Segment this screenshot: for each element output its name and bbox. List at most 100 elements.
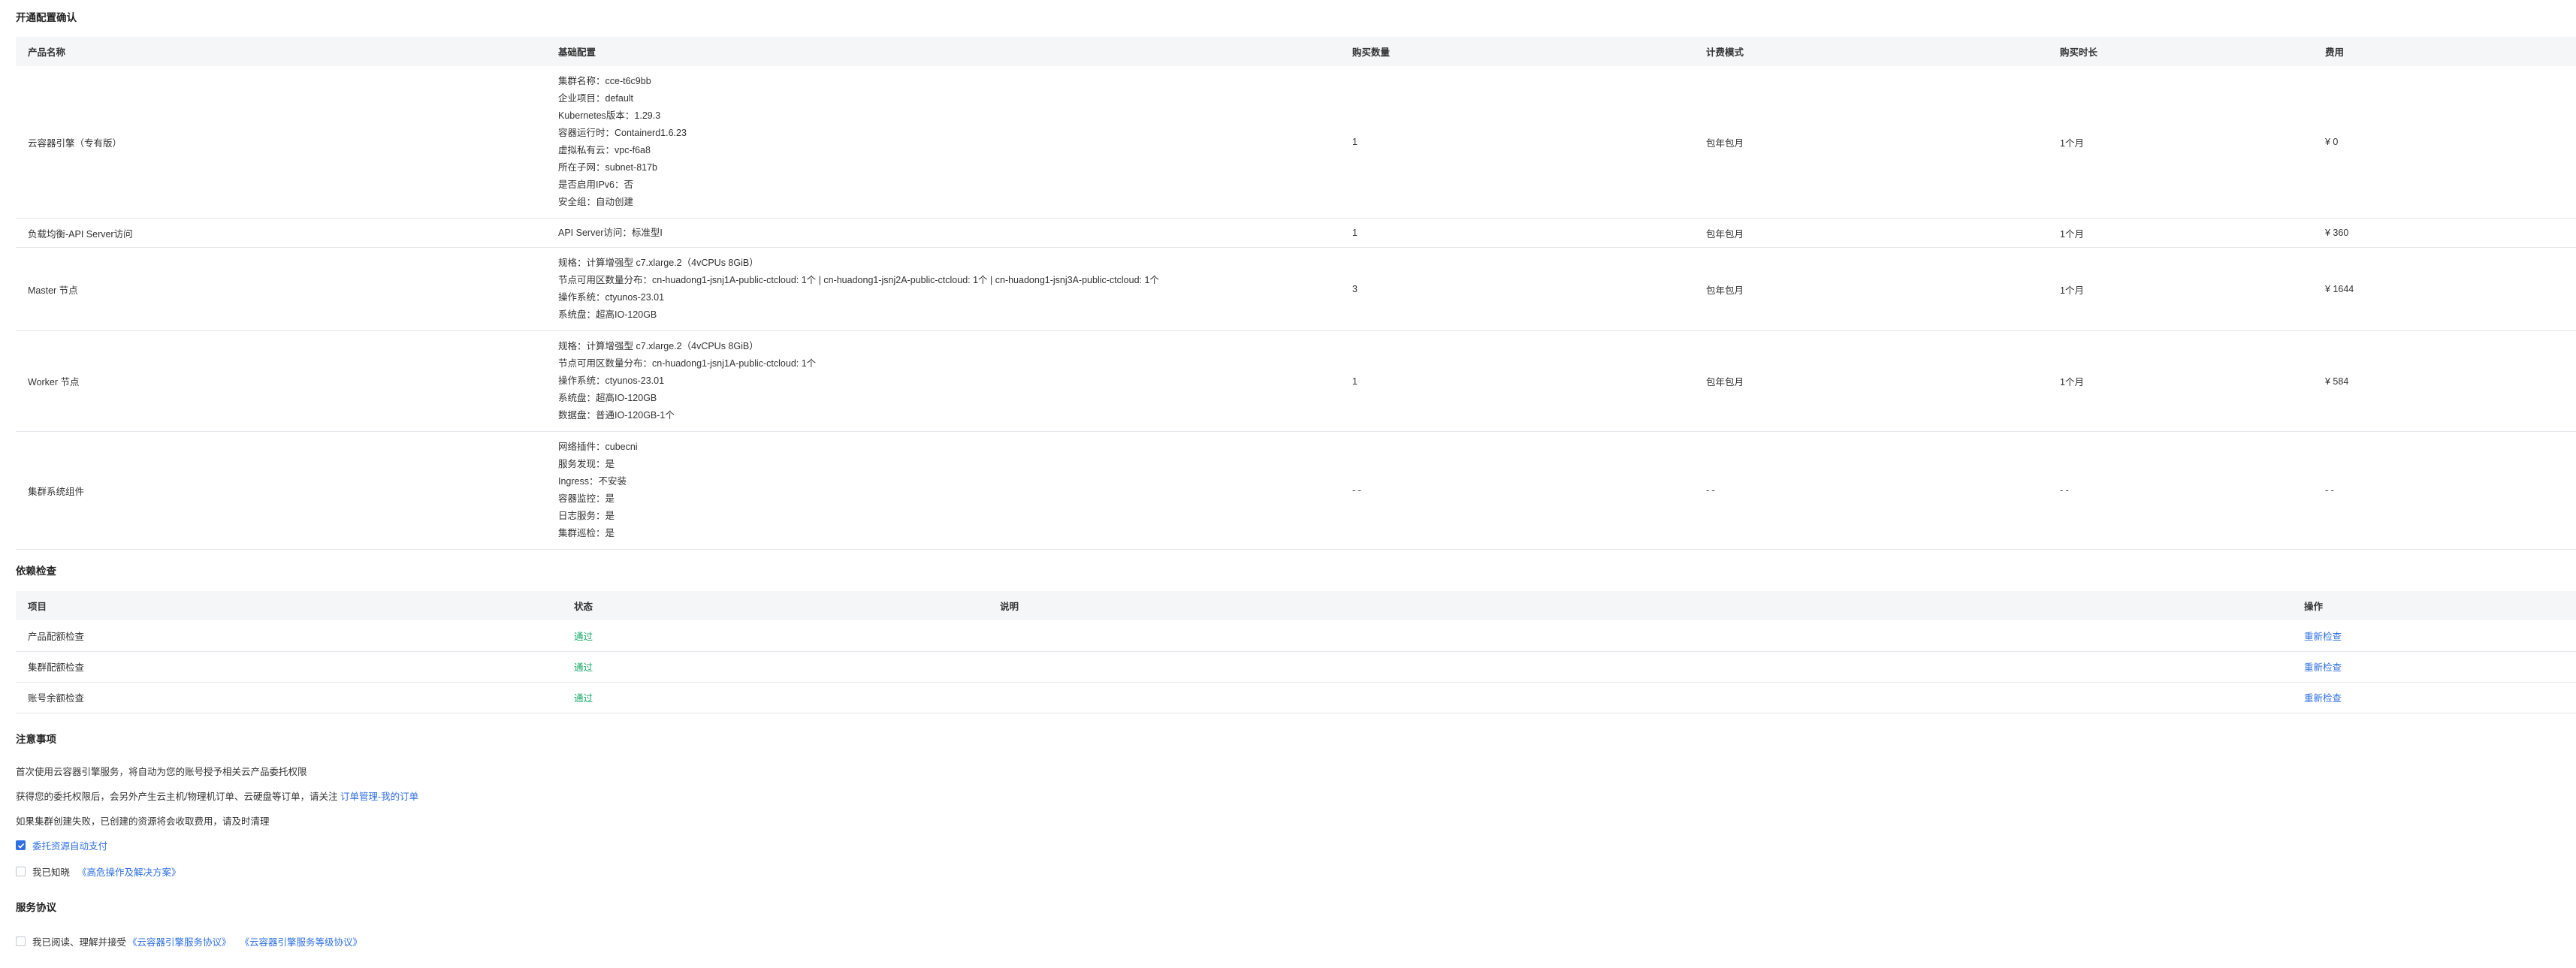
col-duration: 购买时长 (2048, 37, 2313, 66)
config-line: 网络插件：cubecni (558, 442, 638, 452)
high-risk-ack-row[interactable]: 我已知晓 《高危操作及解决方案》 (16, 864, 181, 879)
check-status-cell: 通过 (574, 662, 593, 673)
config-line: 安全组：自动创建 (558, 197, 634, 207)
auto-pay-checkbox[interactable] (16, 840, 26, 850)
config-line: 规格：计算增强型 c7.xlarge.2（4vCPUs 8GiB） (558, 258, 759, 268)
check-item-cell: 账号余额检查 (28, 693, 85, 704)
billing-cell: 包年包月 (1694, 330, 2048, 432)
notice-section-title: 注意事项 (16, 734, 56, 745)
quantity-cell: 1 (1340, 66, 1694, 219)
agreement-row[interactable]: 我已阅读、理解并接受 《云容器引擎服务协议》 《云容器引擎服务等级协议》 (16, 934, 362, 948)
check-item-cell: 集群配额检查 (28, 662, 85, 673)
auto-pay-label[interactable]: 委托资源自动支付 (32, 838, 107, 852)
check-status-cell: 通过 (574, 693, 593, 704)
check-item-cell: 产品配额检查 (28, 631, 85, 642)
col-status: 状态 (562, 591, 988, 620)
config-line: 服务发现：是 (558, 459, 615, 469)
quantity-cell: - - (1340, 431, 1694, 550)
agreement-section-title: 服务协议 (16, 902, 56, 913)
quantity-cell: 3 (1340, 247, 1694, 331)
price-cell: ¥ 1644 (2313, 247, 2576, 331)
col-quantity: 购买数量 (1340, 37, 1694, 66)
my-orders-link[interactable]: 订单管理-我的订单 (340, 792, 418, 802)
config-line: 操作系统：ctyunos-23.01 (558, 292, 665, 303)
config-cell: 规格：计算增强型 c7.xlarge.2（4vCPUs 8GiB） 节点可用区数量… (546, 247, 1340, 331)
notice-line-3: 如果集群创建失败，已创建的资源将会收取费用，请及时清理 (16, 816, 270, 827)
config-line: 容器运行时：Containerd1.6.23 (558, 128, 687, 138)
col-base-config: 基础配置 (546, 37, 1340, 66)
recheck-link[interactable]: 重新检查 (2304, 632, 2342, 642)
config-row: 集群系统组件 网络插件：cubecni 服务发现：是 Ingress：不安装 容器监控：… (16, 431, 2576, 550)
notice-line-2: 获得您的委托权限后，会另外产生云主机/物理机订单、云硬盘等订单，请关注 订单管理… (16, 789, 418, 803)
check-status-cell: 通过 (574, 631, 593, 642)
config-line: 系统盘：超高IO-120GB (558, 393, 657, 403)
deps-section-title: 依赖检查 (16, 565, 56, 577)
col-action: 操作 (2292, 591, 2576, 620)
config-line: 数据盘：普通IO-120GB-1个 (558, 410, 675, 421)
config-line: Kubernetes版本：1.29.3 (558, 110, 661, 121)
high-risk-ops-link[interactable]: 《高危操作及解决方案》 (77, 864, 181, 879)
config-line: 所在子网：subnet-817b (558, 162, 658, 173)
price-cell: ¥ 0 (2313, 66, 2576, 219)
col-description: 说明 (988, 591, 2292, 620)
check-item-cell-wrap: 账号余额检查 (16, 682, 562, 713)
product-name-cell: Master 节点 (16, 247, 546, 331)
auto-pay-row[interactable]: 委托资源自动支付 (16, 838, 107, 852)
duration-cell: - - (2048, 431, 2313, 550)
agreement-checkbox[interactable] (16, 936, 26, 946)
deps-table: 项目 状态 说明 操作 产品配额检查 通过 重新检查 集群配额检查 通过 重新检查 账号余额… (16, 591, 2576, 713)
config-row: Master 节点 规格：计算增强型 c7.xlarge.2（4vCPUs 8Gi… (16, 247, 2576, 331)
config-table-header: 产品名称 基础配置 购买数量 计费模式 购买时长 费用 (16, 37, 2576, 66)
notice-line-1: 首次使用云容器引擎服务，将自动为您的账号授予相关云产品委托权限 (16, 767, 307, 777)
billing-cell: 包年包月 (1694, 218, 2048, 248)
high-risk-ack-checkbox[interactable] (16, 867, 26, 876)
high-risk-ack-label: 我已知晓 (32, 867, 71, 878)
sla-agreement-link[interactable]: 《云容器引擎服务等级协议》 (240, 934, 363, 948)
config-table: 产品名称 基础配置 购买数量 计费模式 购买时长 费用 云容器引擎（专有版） 集群… (16, 37, 2576, 550)
check-icon (17, 843, 24, 849)
recheck-link-wrap: 重新检查 (2292, 682, 2576, 713)
product-name-cell: Worker 节点 (16, 330, 546, 432)
config-line: 企业项目：default (558, 93, 634, 104)
quantity-cell: 1 (1340, 218, 1694, 248)
check-desc-cell-wrap (988, 651, 2292, 683)
config-line: 系统盘：超高IO-120GB (558, 309, 657, 320)
deps-row: 产品配额检查 通过 重新检查 (16, 620, 2576, 652)
recheck-link-wrap: 重新检查 (2292, 651, 2576, 683)
config-line: 节点可用区数量分布：cn-huadong1-jsnj1A-public-ctcl… (558, 358, 817, 369)
duration-cell: 1个月 (2048, 247, 2313, 331)
billing-cell: - - (1694, 431, 2048, 550)
check-item-cell-wrap: 集群配额检查 (16, 651, 562, 683)
product-name-cell: 集群系统组件 (16, 431, 546, 550)
check-desc-cell-wrap (988, 682, 2292, 713)
col-price: 费用 (2313, 37, 2576, 66)
billing-cell: 包年包月 (1694, 66, 2048, 219)
config-row: Worker 节点 规格：计算增强型 c7.xlarge.2（4vCPUs 8Gi… (16, 330, 2576, 432)
duration-cell: 1个月 (2048, 330, 2313, 432)
config-row: 云容器引擎（专有版） 集群名称：cce-t6c9bb 企业项目：default Kub… (16, 66, 2576, 219)
check-status-cell-wrap: 通过 (562, 620, 988, 652)
service-agreement-link[interactable]: 《云容器引擎服务协议》 (128, 934, 231, 948)
col-billing-mode: 计费模式 (1694, 37, 2048, 66)
agreement-label: 我已阅读、理解并接受 (32, 937, 127, 948)
col-item: 项目 (16, 591, 562, 620)
check-status-cell-wrap: 通过 (562, 682, 988, 713)
config-cell: 规格：计算增强型 c7.xlarge.2（4vCPUs 8GiB） 节点可用区数量… (546, 330, 1340, 432)
config-line: 集群巡检：是 (558, 528, 615, 538)
deps-row: 账号余额检查 通过 重新检查 (16, 682, 2576, 713)
price-cell: ¥ 360 (2313, 218, 2576, 248)
check-item-cell-wrap: 产品配额检查 (16, 620, 562, 652)
recheck-link-wrap: 重新检查 (2292, 620, 2576, 652)
config-cell: API Server访问：标准型I (546, 218, 1340, 248)
duration-cell: 1个月 (2048, 218, 2313, 248)
quantity-cell: 1 (1340, 330, 1694, 432)
recheck-link[interactable]: 重新检查 (2304, 662, 2342, 673)
config-line: 操作系统：ctyunos-23.01 (558, 375, 665, 386)
config-section-title: 开通配置确认 (16, 12, 77, 23)
recheck-link[interactable]: 重新检查 (2304, 693, 2342, 704)
price-cell: - - (2313, 431, 2576, 550)
check-desc-cell-wrap (988, 620, 2292, 652)
check-status-cell-wrap: 通过 (562, 651, 988, 683)
config-cell: 集群名称：cce-t6c9bb 企业项目：default Kubernetes版本：… (546, 66, 1340, 219)
config-line: 是否启用IPv6：否 (558, 179, 634, 190)
